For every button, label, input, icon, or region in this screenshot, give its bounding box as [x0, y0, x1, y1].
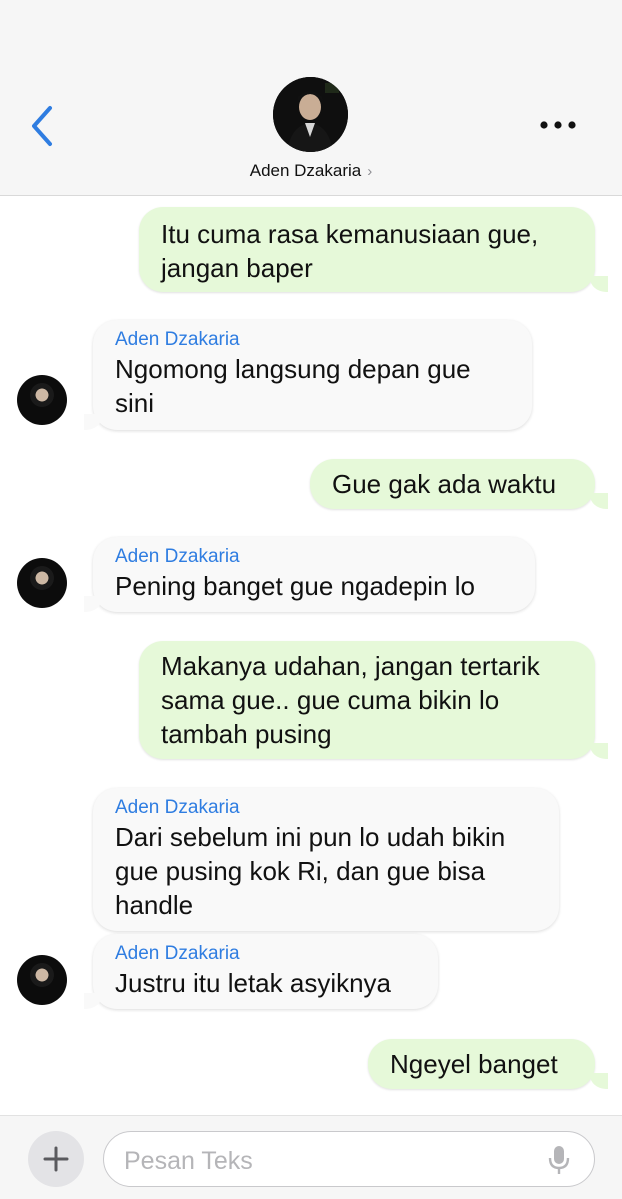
dictation-button[interactable]	[547, 1144, 571, 1176]
sender-name: Aden Dzakaria	[115, 797, 240, 818]
sender-avatar[interactable]	[17, 955, 67, 1005]
bubble-tail	[590, 1073, 608, 1089]
bubble-tail	[590, 276, 608, 292]
message-text: Ngomong langsung depan gue sini	[115, 354, 471, 418]
contact-avatar[interactable]	[273, 77, 348, 152]
sender-name: Aden Dzakaria	[115, 943, 240, 964]
message-text: Itu cuma rasa kemanusiaan gue, jangan ba…	[161, 219, 539, 283]
incoming-message[interactable]: Aden Dzakaria Justru itu letak asyiknya	[93, 934, 438, 1009]
message-text: Dari sebelum ini pun lo udah bikin gue p…	[115, 822, 506, 920]
bubble-tail	[84, 414, 102, 430]
chevron-right-icon: ›	[367, 163, 373, 180]
sender-name: Aden Dzakaria	[115, 329, 240, 350]
person-photo-icon	[273, 77, 348, 152]
back-button[interactable]	[26, 104, 60, 148]
incoming-message[interactable]: Aden Dzakaria Dari sebelum ini pun lo ud…	[93, 788, 559, 931]
message-text: Pening banget gue ngadepin lo	[115, 571, 475, 601]
outgoing-message[interactable]: Ngeyel banget	[368, 1039, 595, 1089]
message-text: Justru itu letak asyiknya	[115, 968, 392, 998]
contact-name: Aden Dzakaria	[249, 161, 362, 180]
sender-name: Aden Dzakaria	[115, 546, 240, 567]
bubble-tail	[84, 993, 102, 1009]
message-text: Gue gak ada waktu	[332, 469, 557, 499]
contact-name-row[interactable]: Aden Dzakaria ›	[211, 161, 411, 181]
add-attachment-button[interactable]	[28, 1131, 84, 1187]
bubble-tail	[590, 493, 608, 509]
microphone-icon	[548, 1146, 570, 1174]
contact-info-button[interactable]: Aden Dzakaria ›	[211, 77, 411, 187]
outgoing-message[interactable]: Gue gak ada waktu	[310, 459, 595, 509]
ellipsis-icon	[540, 121, 576, 129]
bubble-tail	[590, 743, 608, 759]
message-text: Ngeyel banget	[390, 1049, 558, 1079]
message-input-field[interactable]	[103, 1131, 595, 1187]
more-options-button[interactable]	[536, 112, 580, 138]
bubble-tail	[84, 596, 102, 612]
message-input[interactable]	[122, 1140, 526, 1182]
outgoing-message[interactable]: Itu cuma rasa kemanusiaan gue, jangan ba…	[139, 207, 595, 292]
chevron-left-icon	[32, 106, 52, 146]
outgoing-message[interactable]: Makanya udahan, jangan tertarik sama gue…	[139, 641, 595, 759]
message-text: Makanya udahan, jangan tertarik sama gue…	[161, 651, 540, 749]
sender-avatar[interactable]	[17, 375, 67, 425]
sender-avatar[interactable]	[17, 558, 67, 608]
conversation-header: Aden Dzakaria ›	[0, 0, 622, 196]
incoming-message[interactable]: Aden Dzakaria Ngomong langsung depan gue…	[93, 320, 532, 430]
plus-icon	[43, 1146, 69, 1172]
incoming-message[interactable]: Aden Dzakaria Pening banget gue ngadepin…	[93, 537, 535, 612]
